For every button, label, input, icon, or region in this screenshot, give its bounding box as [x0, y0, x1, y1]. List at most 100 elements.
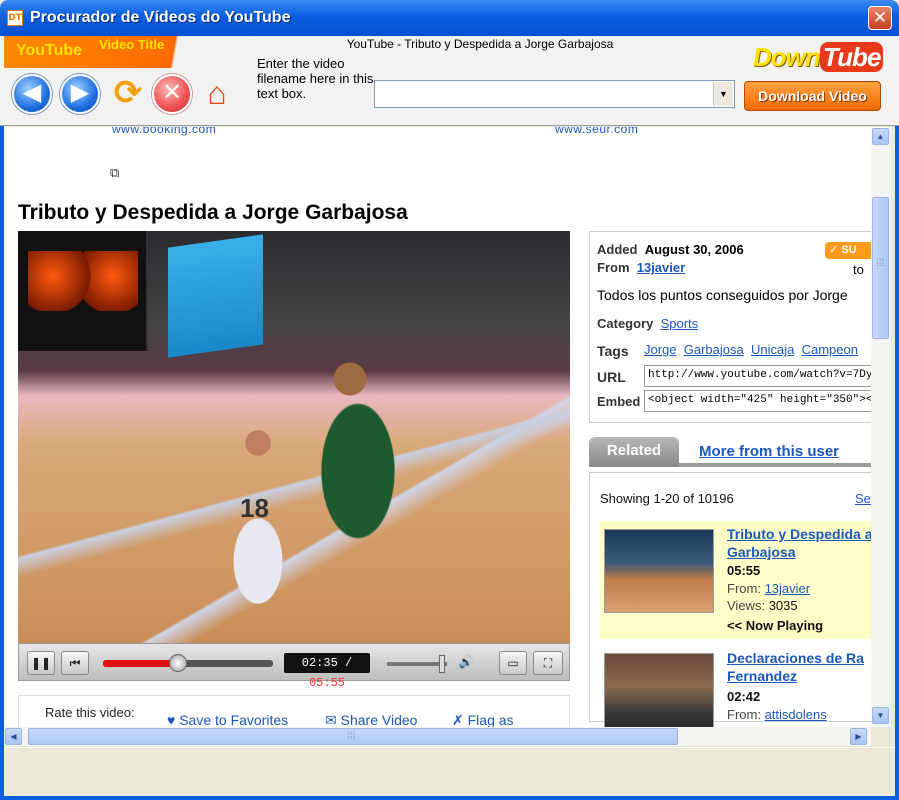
forward-arrow-icon: ▶: [70, 79, 90, 106]
volume-slider[interactable]: [387, 655, 447, 673]
back-arrow-icon: ◀: [22, 79, 42, 106]
tab-more-from-user[interactable]: More from this user: [699, 443, 839, 460]
uploader-link[interactable]: 13javier: [765, 581, 811, 596]
popout-icon[interactable]: ⧉: [110, 165, 126, 181]
seek-bar[interactable]: [103, 654, 273, 672]
see-all-link[interactable]: Se: [855, 491, 871, 506]
rate-label: Rate this video:: [45, 705, 135, 720]
ad-link-seur[interactable]: www.seur.com: [555, 127, 638, 136]
tag-link[interactable]: Garbajosa: [684, 342, 744, 357]
normal-size-button[interactable]: ▭: [499, 651, 527, 675]
results-count: Showing 1-20 of 10196: [600, 491, 734, 506]
app-icon: DT: [7, 10, 23, 26]
forward-button[interactable]: ▶: [60, 74, 100, 114]
video-info-panel: Added August 30, 2006 From 13javier ✓ SU…: [589, 231, 871, 423]
rating-bar: Rate this video: ♥ Save to Favorites ✉ S…: [18, 695, 570, 727]
related-video-title[interactable]: Declaraciones de Ra Fernandez: [727, 649, 871, 685]
current-video-title: YouTube - Tributo y Despedida a Jorge Ga…: [346, 37, 614, 51]
close-button[interactable]: ✕: [868, 6, 892, 30]
flag-link[interactable]: ✗ Flag as: [452, 712, 514, 727]
window-title: Procurador de Vídeos do YouTube: [30, 9, 291, 26]
downtube-logo: Down Tube: [753, 42, 884, 78]
back-button[interactable]: ◀: [12, 74, 52, 114]
tab-related[interactable]: Related: [589, 437, 679, 467]
status-bar: [4, 747, 895, 796]
from-label: From: [597, 260, 630, 275]
video-duration: 02:42: [727, 689, 761, 704]
window-frame-bottom: [0, 796, 899, 800]
category-label: Category: [597, 316, 654, 331]
youtube-ribbon: YouTube Video Title: [4, 36, 244, 68]
related-video-item[interactable]: Tributo y Despedida a Garbajosa 05:55 Fr…: [600, 521, 871, 639]
video-thumbnail[interactable]: [604, 653, 714, 727]
time-display: 02:35 / 05:55: [284, 653, 370, 690]
uploader-link[interactable]: attisdolens: [765, 707, 827, 722]
vertical-scrollbar[interactable]: ▲ ⁞⁞⁞ ▼: [871, 127, 891, 727]
refresh-button[interactable]: ⟳: [108, 74, 148, 114]
related-video-item[interactable]: Declaraciones de Ra Fernandez 02:42 From…: [600, 645, 871, 727]
share-video-link[interactable]: ✉ Share Video: [325, 712, 417, 727]
chevron-down-icon[interactable]: ▼: [713, 82, 733, 106]
category-link[interactable]: Sports: [661, 316, 699, 331]
from-label: From:: [727, 707, 761, 722]
from-label: From:: [727, 581, 761, 596]
title-bar[interactable]: DT Procurador de Vídeos do YouTube ✕: [0, 0, 899, 36]
filename-combobox[interactable]: ▼: [374, 80, 735, 108]
filename-hint: Enter the video filename here in this te…: [257, 56, 374, 101]
download-video-button[interactable]: Download Video: [744, 81, 881, 111]
tag-link[interactable]: Unicaja: [751, 342, 794, 357]
video-duration: 05:55: [727, 563, 761, 578]
added-label: Added: [597, 242, 638, 257]
subscribe-to-text: to: [853, 262, 864, 277]
horizontal-scroll-thumb[interactable]: ⁞⁞⁞: [28, 728, 678, 745]
scroll-right-icon[interactable]: ▶: [850, 728, 867, 745]
video-description: Todos los puntos conseguidos por Jorge: [597, 287, 848, 303]
seek-handle[interactable]: [168, 654, 187, 672]
now-playing-label: << Now Playing: [727, 618, 824, 633]
browser-viewport: www.booking.com www.seur.com ⧉ Tributo y…: [4, 127, 871, 727]
volume-icon[interactable]: 🔊: [453, 651, 479, 675]
vertical-scroll-thumb[interactable]: ⁞⁞⁞: [872, 197, 889, 339]
player-controls: ❚❚ ⏮ 02:35 / 05:55 🔊 ▭ ⛶: [18, 643, 570, 690]
horizontal-scrollbar[interactable]: ◀ ⁞⁞⁞ ▶: [4, 727, 871, 746]
added-date: August 30, 2006: [644, 242, 744, 257]
page-title: Tributo y Despedida a Jorge Garbajosa: [18, 201, 408, 224]
related-video-title[interactable]: Tributo y Despedida a Garbajosa: [727, 525, 871, 561]
tag-link[interactable]: Jorge: [644, 342, 677, 357]
pause-button[interactable]: ❚❚: [27, 651, 55, 675]
url-label: URL: [597, 369, 626, 385]
jersey-number: 18: [240, 493, 269, 523]
save-to-favorites-link[interactable]: ♥ Save to Favorites: [167, 712, 288, 727]
related-tabs: Related More from this user: [589, 437, 871, 467]
fullscreen-button[interactable]: ⛶: [533, 651, 563, 675]
toolbar: YouTube Video Title YouTube - Tributo y …: [0, 36, 899, 126]
scroll-up-icon[interactable]: ▲: [872, 128, 889, 145]
scroll-left-icon[interactable]: ◀: [5, 728, 22, 745]
video-title-label: Video Title: [99, 37, 165, 52]
rewind-button[interactable]: ⏮: [61, 651, 89, 675]
window-icon: ▭: [507, 656, 519, 670]
ad-link-booking[interactable]: www.booking.com: [112, 127, 216, 136]
url-field[interactable]: http://www.youtube.com/watch?v=7DyY: [644, 365, 871, 387]
video-frame: 18: [18, 231, 570, 643]
scroll-down-icon[interactable]: ▼: [872, 707, 889, 724]
tags-label: Tags: [597, 343, 629, 359]
home-button[interactable]: ⌂: [197, 74, 237, 114]
author-link[interactable]: 13javier: [637, 260, 685, 275]
tag-link[interactable]: Campeon: [802, 342, 858, 357]
volume-handle[interactable]: [439, 655, 445, 673]
skip-back-icon: ⏮: [69, 656, 81, 670]
related-videos-panel: Showing 1-20 of 10196 Se Tributo y Despe…: [589, 472, 871, 727]
video-thumbnail[interactable]: [604, 529, 714, 613]
subscribe-button[interactable]: ✓ SU: [825, 242, 871, 259]
embed-label: Embed: [597, 394, 641, 409]
embed-field[interactable]: <object width="425" height="350"><pa: [644, 390, 871, 412]
views-label: Views:: [727, 598, 766, 613]
fullscreen-icon: ⛶: [543, 656, 553, 670]
video-player[interactable]: 18: [18, 231, 570, 643]
stop-button[interactable]: ✕: [152, 74, 192, 114]
stop-icon: ✕: [161, 79, 183, 106]
view-count: 3035: [768, 598, 798, 613]
home-icon: ⌂: [207, 75, 227, 111]
seek-progress: [103, 660, 178, 667]
